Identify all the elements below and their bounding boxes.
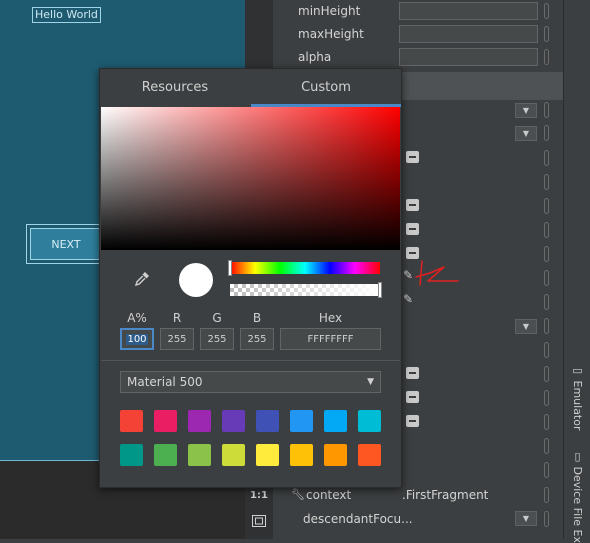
resource-picker-button[interactable] — [544, 102, 549, 118]
minheight-field[interactable] — [399, 2, 538, 20]
attr-label: alpha — [298, 50, 332, 64]
resource-picker-button[interactable] — [544, 174, 549, 190]
palette-dropdown[interactable]: Material 500 ▼ — [120, 371, 381, 393]
alpha-field[interactable] — [399, 48, 538, 66]
next-button-preview[interactable]: NEXT — [26, 224, 106, 264]
context-value[interactable]: .FirstFragment — [402, 488, 488, 502]
chevron-down-icon: ▼ — [367, 377, 374, 387]
resource-picker-button[interactable] — [544, 294, 549, 310]
collapse-icon[interactable] — [406, 223, 419, 235]
resource-picker-button[interactable] — [544, 390, 549, 406]
resource-picker-button[interactable] — [544, 198, 549, 214]
next-button-label: NEXT — [30, 228, 102, 260]
emulator-icon: ▭ — [571, 364, 584, 381]
color-swatch[interactable] — [324, 444, 347, 466]
divider — [101, 360, 400, 361]
device-file-explorer-tab[interactable]: ▯ Device File Ex — [571, 450, 584, 543]
maxheight-field[interactable] — [399, 25, 538, 43]
color-swatch[interactable] — [120, 410, 143, 432]
hello-world-textview[interactable]: Hello World — [32, 7, 101, 23]
device-file-icon: ▯ — [571, 450, 584, 467]
collapse-icon[interactable] — [406, 199, 419, 211]
resource-picker-button[interactable] — [544, 246, 549, 262]
attr-label: minHeight — [298, 4, 361, 18]
color-swatch[interactable] — [324, 410, 347, 432]
hex-label: Hex — [318, 311, 343, 325]
tool-window-side-bar: ▭ Emulator ▯ Device File Ex — [563, 0, 590, 543]
color-picker-popup: Resources Custom A% R G B Hex 100 255 25… — [99, 68, 402, 488]
hue-slider-thumb[interactable] — [228, 260, 232, 276]
tab-custom[interactable]: Custom — [251, 69, 401, 106]
blue-label: B — [252, 311, 262, 325]
color-swatch[interactable] — [290, 410, 313, 432]
color-swatch[interactable] — [222, 444, 245, 466]
hue-slider[interactable] — [228, 260, 380, 276]
attr-row-minheight: minHeight — [273, 0, 563, 24]
color-swatch[interactable] — [154, 410, 177, 432]
resource-picker-button[interactable] — [544, 414, 549, 430]
color-swatch[interactable] — [290, 444, 313, 466]
resource-picker-button[interactable] — [544, 511, 549, 527]
resource-picker-button[interactable] — [544, 49, 549, 65]
attr-row-descendantfocusability: descendantFocu... ▼ — [273, 508, 563, 532]
color-swatch[interactable] — [154, 444, 177, 466]
resource-picker-button[interactable] — [544, 270, 549, 286]
attr-dropdown-1[interactable]: ▼ — [515, 103, 537, 118]
resource-picker-button[interactable] — [544, 438, 549, 454]
tab-resources[interactable]: Resources — [100, 69, 250, 106]
red-input[interactable]: 255 — [160, 328, 194, 350]
collapse-icon[interactable] — [406, 367, 419, 379]
attr-row-alpha: alpha — [273, 46, 563, 70]
resource-picker-button[interactable] — [544, 150, 549, 166]
resource-picker-button[interactable] — [544, 26, 549, 42]
emulator-tab[interactable]: ▭ Emulator — [571, 364, 584, 431]
attr-row-maxheight: maxHeight — [273, 23, 563, 47]
resource-picker-button[interactable] — [544, 222, 549, 238]
color-swatch[interactable] — [120, 444, 143, 466]
color-swatch[interactable] — [256, 410, 279, 432]
alpha-label: A% — [127, 311, 147, 325]
alpha-input[interactable]: 100 — [120, 328, 154, 350]
attr-dropdown-2[interactable]: ▼ — [515, 126, 537, 141]
resource-picker-button[interactable] — [544, 462, 549, 478]
attr-dropdown-3[interactable]: ▼ — [515, 319, 537, 334]
alpha-slider-thumb[interactable] — [378, 282, 382, 298]
attr-label: context — [306, 488, 352, 502]
color-swatch[interactable] — [188, 410, 211, 432]
alpha-slider[interactable] — [230, 282, 382, 298]
handwritten-annotation — [415, 260, 459, 286]
color-swatch[interactable] — [222, 410, 245, 432]
hex-input[interactable]: FFFFFFFF — [280, 328, 381, 350]
red-label: R — [172, 311, 182, 325]
resource-picker-button[interactable] — [544, 3, 549, 19]
collapse-icon[interactable] — [406, 415, 419, 427]
resource-picker-button[interactable] — [544, 342, 549, 358]
wrench-icon: 🔧︎ — [291, 488, 305, 501]
color-swatch[interactable] — [358, 444, 381, 466]
saturation-brightness-area[interactable] — [101, 107, 400, 250]
color-preview-swatch — [179, 263, 213, 297]
resource-picker-button[interactable] — [544, 487, 549, 503]
collapse-icon[interactable] — [406, 391, 419, 403]
attr-label: maxHeight — [298, 27, 364, 41]
green-label: G — [212, 311, 222, 325]
resource-picker-button[interactable] — [544, 125, 549, 141]
collapse-icon[interactable] — [406, 151, 419, 163]
attr-label: descendantFocu... — [303, 512, 413, 526]
blue-input[interactable]: 255 — [240, 328, 274, 350]
color-swatch[interactable] — [358, 410, 381, 432]
zoom-to-fit-icon[interactable] — [248, 510, 270, 532]
green-input[interactable]: 255 — [200, 328, 234, 350]
resource-picker-button[interactable] — [544, 318, 549, 334]
eyedropper-icon[interactable] — [131, 268, 153, 290]
resource-picker-button[interactable] — [544, 366, 549, 382]
color-swatch[interactable] — [188, 444, 211, 466]
descendantfocusability-dropdown[interactable]: ▼ — [515, 511, 537, 526]
color-swatch[interactable] — [256, 444, 279, 466]
